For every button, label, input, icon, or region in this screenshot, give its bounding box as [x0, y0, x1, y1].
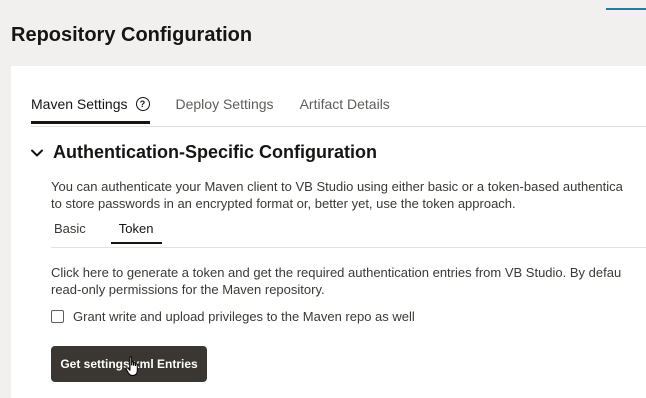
top-accent-bar	[606, 8, 646, 10]
page-title: Repository Configuration	[11, 24, 253, 46]
section-header[interactable]: Authentication-Specific Configuration	[30, 142, 377, 163]
section-description-line-2: to store passwords in an encrypted forma…	[51, 196, 516, 211]
grant-write-checkbox[interactable]	[51, 310, 64, 323]
chevron-down-icon[interactable]	[30, 146, 44, 160]
tab-basic[interactable]: Basic	[54, 221, 86, 236]
section-description-line-1: You can authenticate your Maven client t…	[51, 179, 623, 194]
section-description: You can authenticate your Maven client t…	[51, 178, 646, 212]
tab-maven-settings[interactable]: Maven Settings ?	[31, 95, 150, 124]
token-description-line-1: Click here to generate a token and get t…	[51, 265, 622, 280]
tab-maven-settings-label: Maven Settings	[31, 96, 128, 112]
help-icon[interactable]: ?	[135, 97, 150, 111]
grant-write-checkbox-row[interactable]: Grant write and upload privileges to the…	[51, 309, 415, 324]
tab-artifact-details-label: Artifact Details	[299, 96, 390, 112]
token-description: Click here to generate a token and get t…	[51, 264, 621, 298]
tab-token[interactable]: Token	[110, 221, 162, 244]
tabs-divider	[31, 126, 646, 127]
token-description-line-2: read-only permissions for the Maven repo…	[51, 282, 325, 297]
auth-tabs-divider	[51, 247, 646, 248]
auth-tabs: Basic Token	[54, 221, 187, 244]
grant-write-checkbox-label: Grant write and upload privileges to the…	[73, 309, 415, 324]
tab-artifact-details[interactable]: Artifact Details	[300, 95, 390, 112]
tab-deploy-settings-label: Deploy Settings	[175, 96, 274, 112]
hand-pointer-icon	[125, 356, 138, 376]
section-title: Authentication-Specific Configuration	[53, 142, 377, 162]
tab-deploy-settings[interactable]: Deploy Settings	[176, 95, 274, 112]
configuration-panel: Maven Settings ? Deploy Settings Artifac…	[11, 66, 646, 398]
settings-tabs: Maven Settings ? Deploy Settings Artifac…	[31, 95, 646, 127]
